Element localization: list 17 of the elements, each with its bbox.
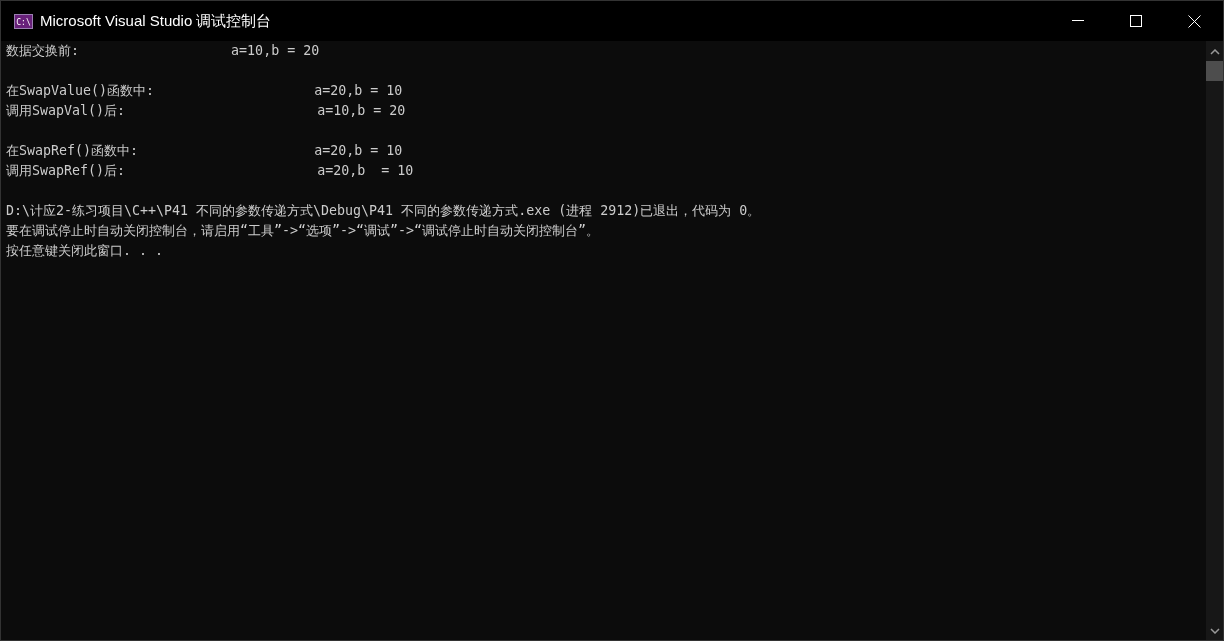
scroll-up-icon[interactable]	[1209, 49, 1220, 55]
console-app-icon: C:\	[14, 13, 33, 29]
console-line: 在SwapRef()函数中: a=20,b = 10	[6, 142, 403, 160]
console-line: 调用SwapRef()后: a=20,b = 10	[6, 162, 414, 180]
console-line: D:\计应2-练习项目\C++\P41 不同的参数传递方式\Debug\P41 不同的参数传递方式.exe (进程 2912)已退出，代码为 0。	[6, 202, 761, 220]
minimize-icon	[1072, 20, 1084, 22]
console-line: 调用SwapVal()后: a=10,b = 20	[6, 102, 406, 120]
scrollbar[interactable]	[1206, 41, 1223, 640]
console-line: 按任意键关闭此窗口. . .	[6, 242, 164, 260]
console-line: 要在调试停止时自动关闭控制台，请启用“工具”->“选项”->“调试”->“调试停止时自动关闭控制台”。	[6, 222, 600, 240]
maximize-icon	[1130, 15, 1142, 27]
close-icon	[1187, 14, 1201, 28]
window-title: Microsoft Visual Studio 调试控制台	[40, 10, 272, 31]
console-line: 数据交换前: a=10,b = 20	[6, 42, 320, 60]
console-line: 在SwapValue()函数中: a=20,b = 10	[6, 82, 403, 100]
scroll-down-icon[interactable]	[1209, 628, 1220, 634]
scroll-thumb[interactable]	[1206, 61, 1223, 81]
